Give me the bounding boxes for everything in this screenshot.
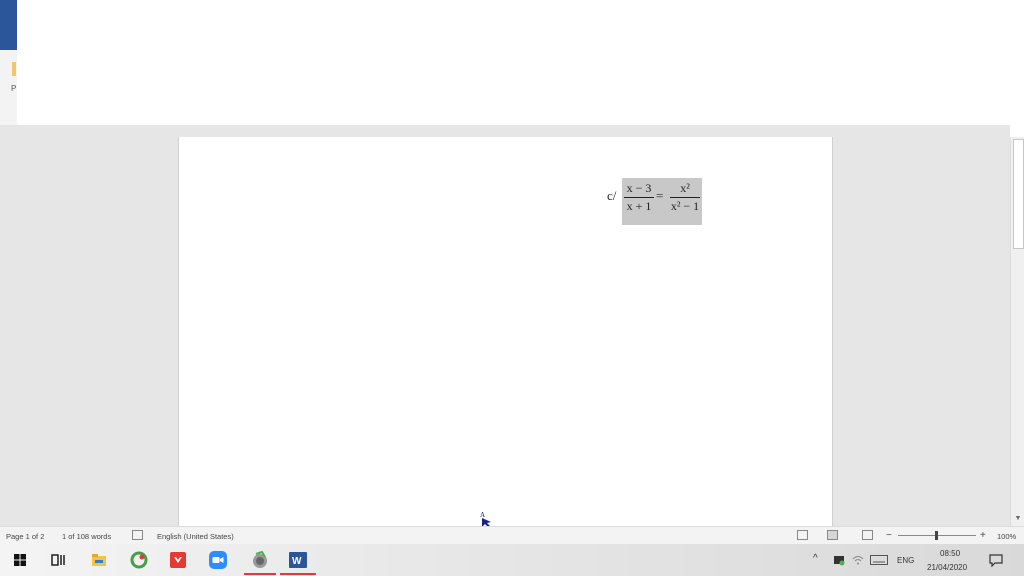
wifi-icon[interactable] <box>852 554 864 568</box>
read-mode-icon[interactable] <box>797 530 808 540</box>
zoom-slider-thumb[interactable] <box>935 531 938 540</box>
task-view-icon[interactable] <box>48 550 68 570</box>
left-fraction: x − 3 x + 1 <box>624 182 654 213</box>
ccleaner-icon[interactable] <box>129 550 149 570</box>
fraction-bar <box>624 197 654 198</box>
page-count[interactable]: Page 1 of 2 <box>6 532 44 541</box>
ribbon-paste-icon[interactable] <box>12 62 16 76</box>
equals-sign: = <box>656 188 664 203</box>
windows-start-icon[interactable] <box>10 550 30 570</box>
equation-object[interactable]: x − 3 x + 1 = x² x² − 1 <box>622 178 702 225</box>
left-denominator: x + 1 <box>626 199 652 213</box>
app-red-icon[interactable] <box>168 550 188 570</box>
fraction-bar <box>670 197 700 198</box>
document-page[interactable] <box>178 137 833 526</box>
equation-label: c/ <box>607 188 617 203</box>
tray-app-icon[interactable] <box>833 554 845 568</box>
file-explorer-icon[interactable] <box>89 550 109 570</box>
clock-time[interactable]: 08:50 <box>940 549 960 558</box>
language-indicator[interactable]: English (United States) <box>157 532 234 541</box>
word-count[interactable]: 1 of 108 words <box>62 532 111 541</box>
proofing-icon[interactable] <box>132 530 143 540</box>
right-fraction: x² x² − 1 <box>670 182 700 213</box>
zoom-out-button[interactable]: − <box>886 530 892 541</box>
scroll-down-icon[interactable]: ▼ <box>1013 514 1023 524</box>
web-layout-icon[interactable] <box>862 530 873 540</box>
tray-overflow-chevron-icon[interactable]: ^ <box>813 553 818 564</box>
input-language[interactable]: ENG <box>897 556 914 565</box>
windows-taskbar: W ^ ENG 08:50 21/04/2020 <box>0 544 1024 576</box>
print-layout-icon[interactable] <box>827 530 838 540</box>
active-app-indicator <box>244 573 276 575</box>
keyboard-icon[interactable] <box>870 555 888 567</box>
blank-overlay-panel <box>17 0 1024 137</box>
svg-text:W: W <box>292 556 302 567</box>
left-numerator: x − 3 <box>626 181 652 195</box>
zoom-level[interactable]: 100% <box>997 532 1016 541</box>
geogebra-icon[interactable] <box>250 550 270 570</box>
zoom-app-icon[interactable] <box>208 550 228 570</box>
microsoft-word-icon[interactable]: W <box>288 550 308 570</box>
vertical-scrollbar[interactable]: ▼ <box>1010 137 1024 526</box>
cursor-letter: A <box>480 511 485 519</box>
clock-date[interactable]: 21/04/2020 <box>927 563 967 572</box>
ribbon-tab-letter[interactable]: P <box>11 84 16 93</box>
active-app-indicator <box>280 573 316 575</box>
zoom-in-button[interactable]: + <box>980 530 986 541</box>
right-denominator: x² − 1 <box>670 199 700 213</box>
ribbon-title-strip <box>0 0 17 50</box>
right-numerator: x² <box>680 181 690 195</box>
status-bar: Page 1 of 2 1 of 108 words English (Unit… <box>0 526 1024 545</box>
scrollbar-thumb[interactable] <box>1013 139 1024 249</box>
notifications-icon[interactable] <box>989 553 1003 569</box>
